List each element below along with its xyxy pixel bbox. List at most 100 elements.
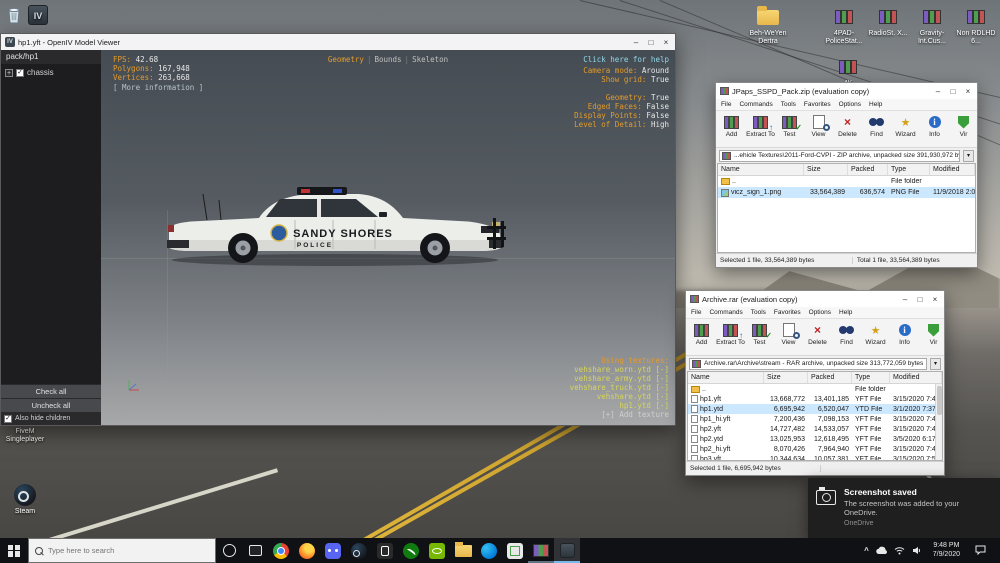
table-row[interactable]: hp1_hi.yft 7,200,436 7,098,153 YFT File … xyxy=(688,414,942,424)
texture-item[interactable]: hp1.ytd [-] xyxy=(570,401,669,410)
taskbar-app-epic[interactable] xyxy=(372,538,398,563)
table-row[interactable]: .. File folder xyxy=(688,384,942,394)
extract-to-button[interactable]: ↑Extract To xyxy=(746,113,775,138)
column-modified[interactable]: Modified xyxy=(930,164,975,175)
menu-favorites[interactable]: Favorites xyxy=(774,309,801,316)
table-row[interactable]: .. File folder xyxy=(718,176,975,187)
taskbar-app-xbox[interactable] xyxy=(398,538,424,563)
desktop-icon-archive-1[interactable]: 4PAD-PoliceStat... xyxy=(822,6,866,46)
column-name[interactable]: Name xyxy=(688,372,764,383)
close-button[interactable]: × xyxy=(963,87,973,96)
add-button[interactable]: Add xyxy=(687,321,716,346)
table-row[interactable]: hp2_hi.yft 8,070,426 7,964,940 YFT File … xyxy=(688,444,942,454)
minimize-button[interactable]: – xyxy=(631,38,641,47)
wifi-icon[interactable] xyxy=(894,546,905,555)
taskbar-app-geforce[interactable] xyxy=(424,538,450,563)
taskbar-app-file-explorer[interactable] xyxy=(450,538,476,563)
menu-file[interactable]: File xyxy=(691,309,701,316)
start-button[interactable] xyxy=(0,538,28,563)
cortana-button[interactable] xyxy=(216,538,242,563)
find-button[interactable]: Find xyxy=(832,321,861,346)
scrollbar-thumb[interactable] xyxy=(937,386,942,415)
table-row-selected[interactable]: vicz_sign_1.png 33,564,389 636,574 PNG F… xyxy=(718,187,975,198)
texture-item[interactable]: vehshare_worn.ytd [-] xyxy=(570,365,669,374)
taskbar-search[interactable] xyxy=(28,538,216,563)
tray-chevron-icon[interactable]: ^ xyxy=(864,546,869,555)
extract-to-button[interactable]: ↑Extract To xyxy=(716,321,745,346)
delete-button[interactable]: ×Delete xyxy=(803,321,832,346)
help-link[interactable]: Click here for help xyxy=(574,55,669,64)
address-box[interactable]: ...ehicle Textures\2011-Ford-CVPI - ZIP … xyxy=(719,150,960,162)
taskbar-app-edge[interactable] xyxy=(476,538,502,563)
maximize-button[interactable]: □ xyxy=(646,38,656,47)
column-packed[interactable]: Packed xyxy=(848,164,888,175)
openiv-titlebar[interactable]: IV hp1.yft - OpenIV Model Viewer – □ × xyxy=(1,34,675,50)
task-view-button[interactable] xyxy=(242,538,268,563)
table-row[interactable]: hp2.yft 14,727,482 14,533,057 YFT File 3… xyxy=(688,424,942,434)
column-type[interactable]: Type xyxy=(888,164,930,175)
desktop-icon-archive-3[interactable]: Gravity-Int.Cus... xyxy=(910,6,954,46)
close-button[interactable]: × xyxy=(930,295,940,304)
desktop-icon-folder[interactable]: Beh-WeYen Dertra xyxy=(742,6,794,46)
column-name[interactable]: Name xyxy=(718,164,804,175)
taskbar-app-steam[interactable] xyxy=(346,538,372,563)
model-viewport[interactable]: SANDY SHORES POLICE FPS: 42.68 Polygons:… xyxy=(101,50,675,425)
test-button[interactable]: ✓Test xyxy=(745,321,774,346)
menu-tools[interactable]: Tools xyxy=(751,309,766,316)
table-row[interactable]: hp2.ytd 13,025,953 12,618,495 YFT File 3… xyxy=(688,434,942,444)
also-hide-children-option[interactable]: ✓ Also hide children xyxy=(1,412,101,425)
taskbar-app-winrar[interactable] xyxy=(528,538,554,563)
close-button[interactable]: × xyxy=(661,38,671,47)
taskbar-app-chrome[interactable] xyxy=(268,538,294,563)
view-button[interactable]: View xyxy=(774,321,803,346)
menu-tools[interactable]: Tools xyxy=(781,101,796,108)
virusscan-button[interactable]: Vir xyxy=(949,113,977,138)
menu-commands[interactable]: Commands xyxy=(739,101,772,108)
address-box[interactable]: Archive.rar\Archive\stream - RAR archive… xyxy=(689,358,927,370)
search-input[interactable] xyxy=(48,546,198,555)
tab-bounds[interactable]: Bounds xyxy=(374,55,401,64)
address-dropdown-button[interactable]: ▾ xyxy=(930,358,941,370)
expand-icon[interactable]: + xyxy=(5,69,13,77)
wizard-button[interactable]: ★Wizard xyxy=(861,321,890,346)
menu-help[interactable]: Help xyxy=(869,101,882,108)
taskbar-app-discord[interactable] xyxy=(320,538,346,563)
table-row-selected[interactable]: hp1.ytd 6,695,942 6,520,047 YTD File 3/1… xyxy=(688,404,942,414)
menu-favorites[interactable]: Favorites xyxy=(804,101,831,108)
tab-skeleton[interactable]: Skeleton xyxy=(412,55,448,64)
table-row[interactable]: hp1.yft 13,668,772 13,401,185 YFT File 3… xyxy=(688,394,942,404)
desktop-icon-openiv[interactable]: IV xyxy=(18,4,58,28)
texture-item[interactable]: vehshare_army.ytd [-] xyxy=(570,374,669,383)
add-button[interactable]: Add xyxy=(717,113,746,138)
model-tree-root[interactable]: pack/hp1 xyxy=(1,50,101,64)
texture-item[interactable]: vehshare_truck.ytd [-] xyxy=(570,383,669,392)
menu-commands[interactable]: Commands xyxy=(709,309,742,316)
column-packed[interactable]: Packed xyxy=(808,372,852,383)
also-hide-children-checkbox[interactable]: ✓ xyxy=(4,415,12,423)
table-row[interactable]: hp3.yft 10,344,634 10,057,381 YFT File 3… xyxy=(688,454,942,461)
column-modified[interactable]: Modified xyxy=(890,372,942,383)
minimize-button[interactable]: – xyxy=(933,87,943,96)
taskbar-app-firefox[interactable] xyxy=(294,538,320,563)
uncheck-all-button[interactable]: Uncheck all xyxy=(1,398,101,412)
texture-item[interactable]: vehshare.ytd [-] xyxy=(570,392,669,401)
taskbar-clock[interactable]: 9:48 PM 7/9/2020 xyxy=(929,542,964,559)
desktop-icon-steam[interactable]: Steam xyxy=(0,484,52,516)
action-center-button[interactable] xyxy=(971,542,994,560)
winrar-titlebar[interactable]: JPaps_SSPD_Pack.zip (evaluation copy) – … xyxy=(716,83,977,99)
chassis-checkbox[interactable]: ✓ xyxy=(16,69,24,77)
winrar-titlebar[interactable]: Archive.rar (evaluation copy) – □ × xyxy=(686,291,944,307)
desktop-icon-archive-4[interactable]: Non RDLHD 6... xyxy=(954,6,998,46)
menu-file[interactable]: File xyxy=(721,101,731,108)
test-button[interactable]: ✓Test xyxy=(775,113,804,138)
info-button[interactable]: iInfo xyxy=(890,321,919,346)
wizard-button[interactable]: ★Wizard xyxy=(891,113,920,138)
column-size[interactable]: Size xyxy=(764,372,808,383)
column-type[interactable]: Type xyxy=(852,372,890,383)
taskbar-app-openiv[interactable] xyxy=(554,538,580,563)
taskbar-app-notepad[interactable] xyxy=(502,538,528,563)
menu-options[interactable]: Options xyxy=(839,101,861,108)
more-information-link[interactable]: [ More information ] xyxy=(113,83,203,92)
notification-toast[interactable]: Screenshot saved The screenshot was adde… xyxy=(808,478,1000,538)
minimize-button[interactable]: – xyxy=(900,295,910,304)
